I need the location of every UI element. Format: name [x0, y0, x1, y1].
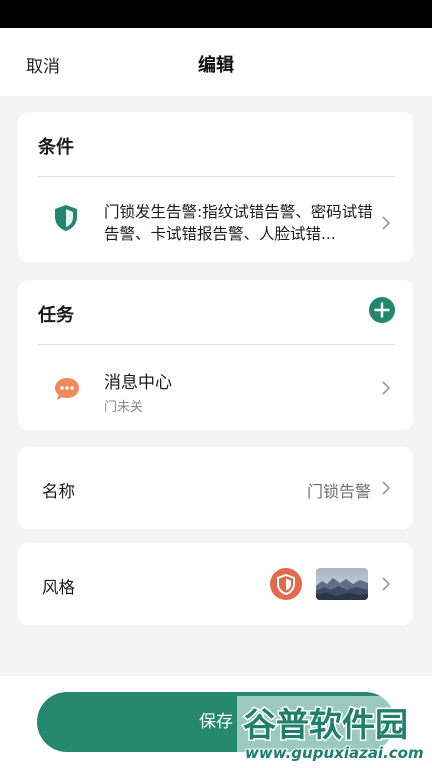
divider — [38, 344, 395, 345]
chevron-right-icon[interactable] — [381, 380, 391, 396]
svg-text:www.gupuxiazai.com: www.gupuxiazai.com — [245, 744, 424, 762]
name-label: 名称 — [42, 482, 75, 501]
chevron-right-icon[interactable] — [381, 480, 391, 496]
nav-bar: 取消 编辑 — [0, 28, 432, 96]
divider — [38, 176, 395, 177]
plus-icon — [374, 302, 390, 318]
status-bar — [0, 0, 432, 28]
style-row[interactable]: 风格 — [18, 543, 413, 625]
shield-icon — [270, 568, 302, 600]
svg-text:谷普软件园: 谷普软件园 — [243, 705, 408, 744]
chat-bubble-icon — [54, 376, 80, 402]
condition-title: 条件 — [38, 137, 74, 158]
page-title: 编辑 — [198, 55, 234, 76]
add-task-button[interactable] — [369, 297, 395, 323]
task-card: 任务 消息中心 门未关 — [18, 280, 413, 430]
name-row[interactable]: 名称 门锁告警 — [18, 447, 413, 529]
condition-card: 条件 门锁发生告警:指纹试错告警、密码试错告警、卡试错报告警、人脸试错... — [18, 112, 413, 262]
task-title: 任务 — [38, 305, 74, 326]
condition-description[interactable]: 门锁发生告警:指纹试错告警、密码试错告警、卡试错报告警、人脸试错... — [104, 201, 382, 245]
chevron-right-icon[interactable] — [381, 215, 391, 231]
shield-icon — [54, 204, 78, 232]
watermark-logo: 谷普软件园 www.gupuxiazai.com — [237, 696, 432, 768]
task-item-name[interactable]: 消息中心 — [104, 368, 172, 393]
task-item-subtitle: 门未关 — [104, 400, 144, 415]
style-thumbnail[interactable] — [316, 568, 368, 600]
style-label: 风格 — [42, 578, 75, 597]
chevron-right-icon[interactable] — [381, 576, 391, 592]
name-value: 门锁告警 — [306, 482, 371, 501]
